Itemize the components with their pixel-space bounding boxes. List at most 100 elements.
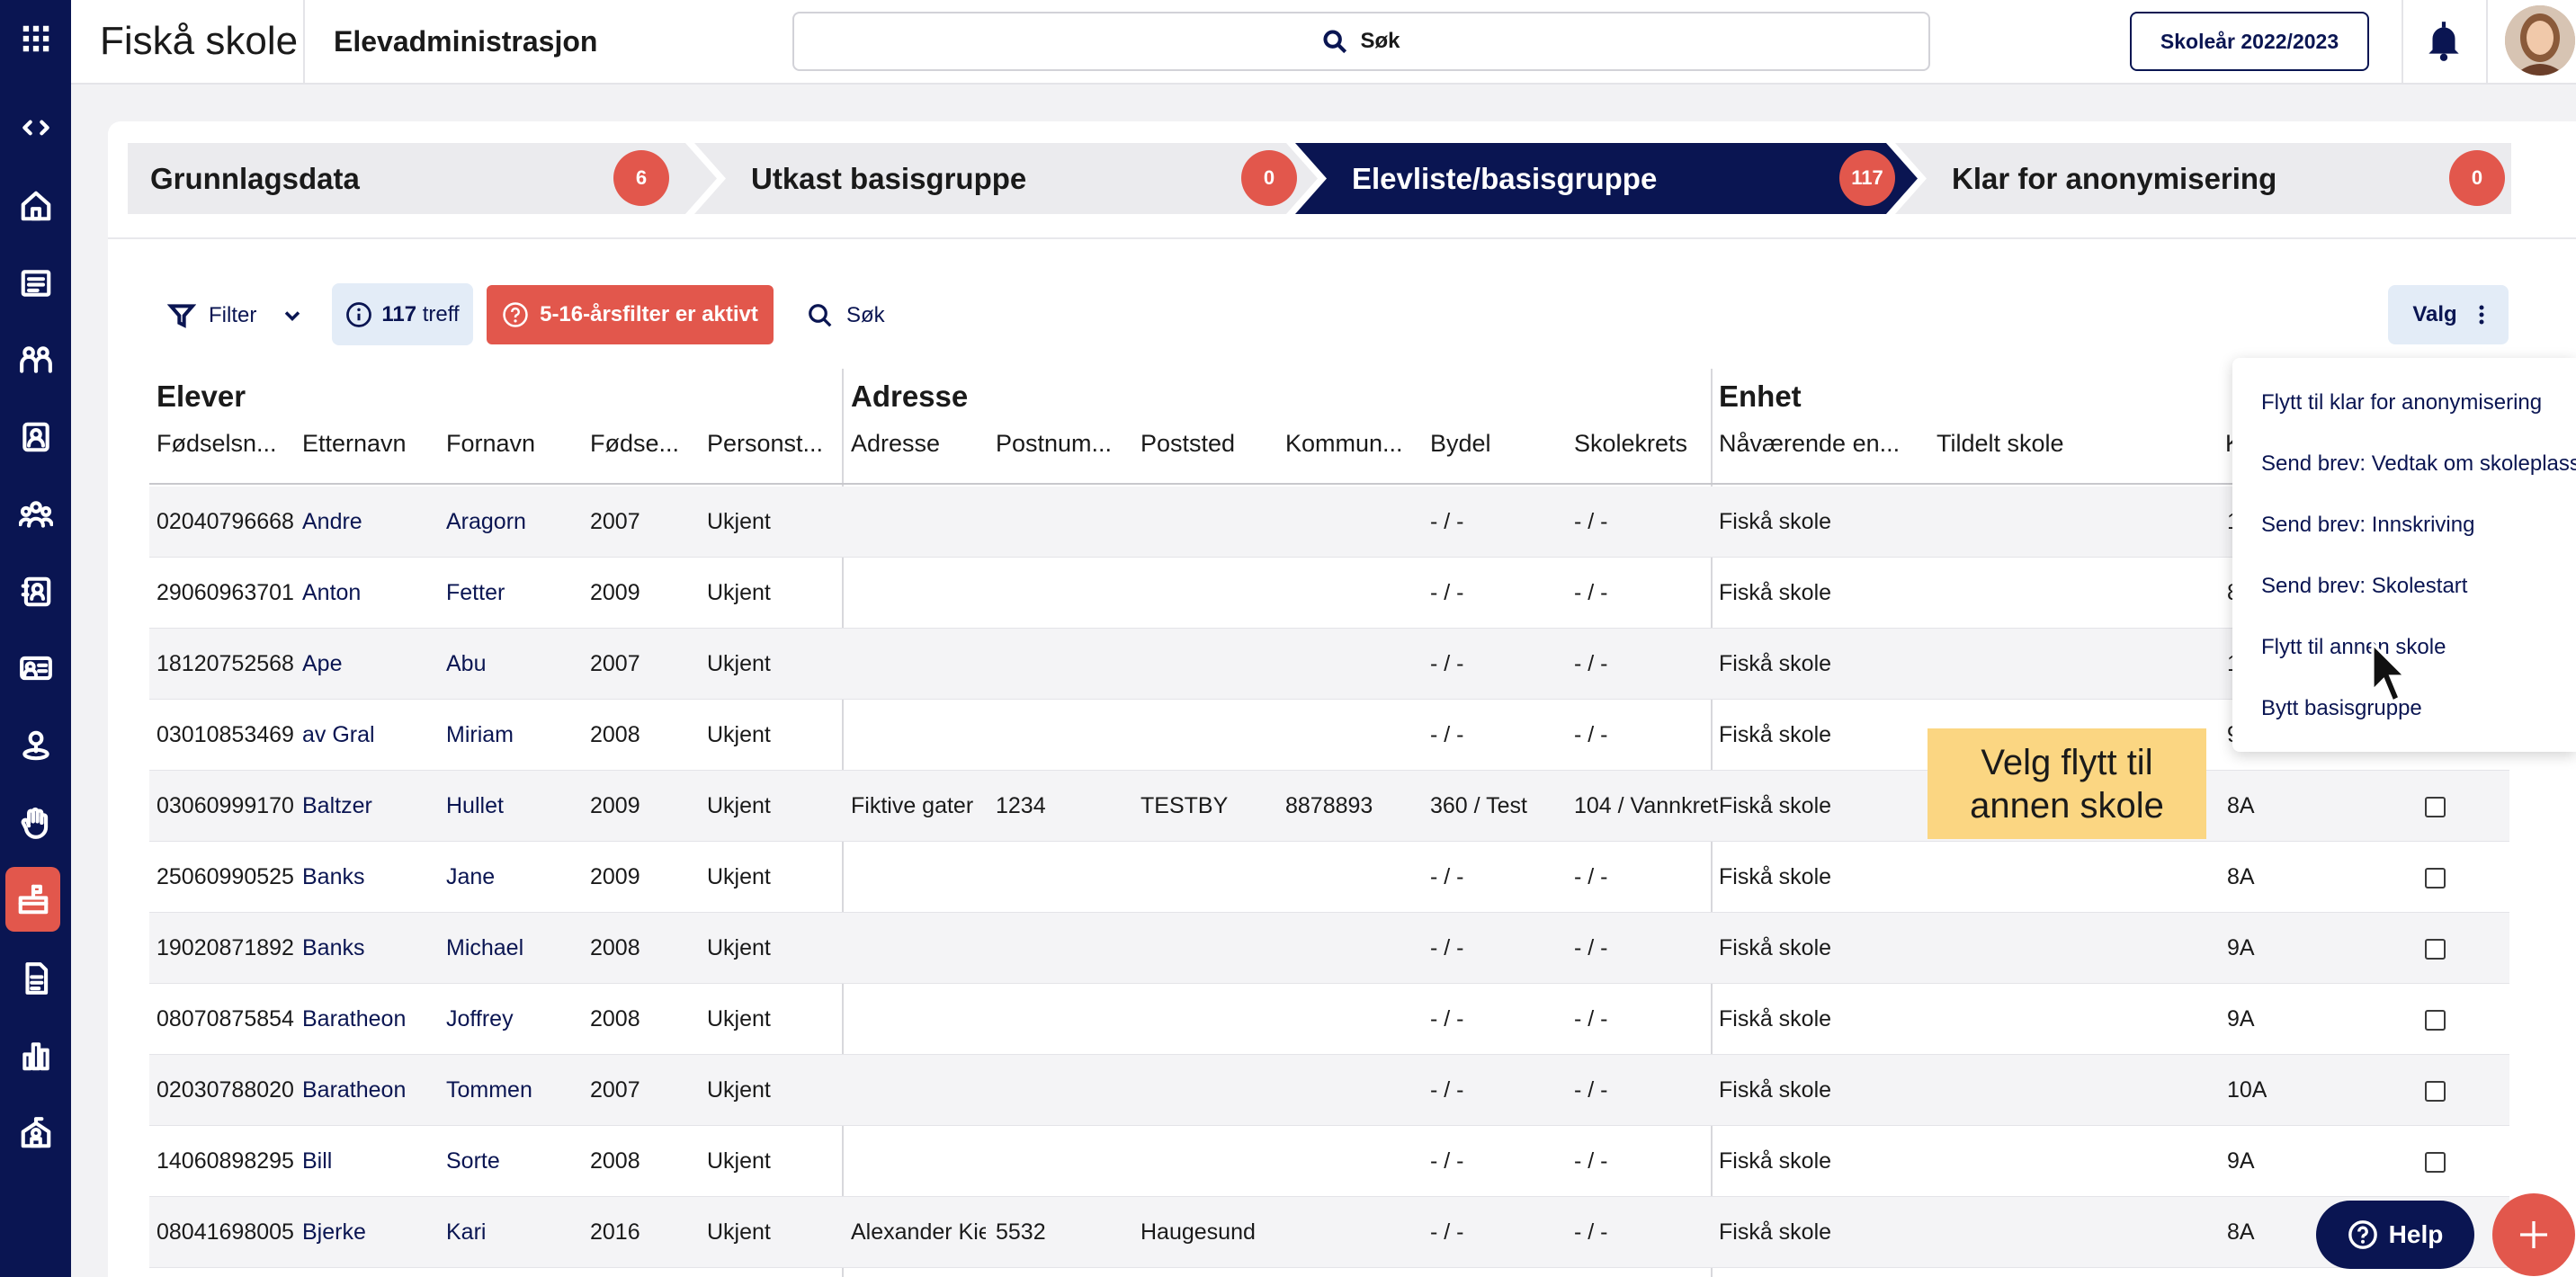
cell-first-name[interactable]: Aragorn (446, 487, 526, 558)
step-klar-for-anonymisering[interactable]: Klar for anonymisering 0 (1929, 143, 2505, 214)
column-header[interactable]: Etternavn (302, 430, 407, 458)
search-icon (809, 304, 832, 327)
table-row[interactable]: 08041698005 Bjerke Kari 2016 Ukjent Alexander… (149, 1197, 2509, 1268)
group-icon[interactable] (0, 478, 71, 550)
column-header[interactable]: Fornavn (446, 430, 535, 458)
cell-person-status: Ukjent (707, 864, 771, 889)
cell-first-name[interactable]: Sorte (446, 1126, 500, 1197)
row-checkbox[interactable] (2425, 1010, 2446, 1031)
group-header-adresse: Adresse (851, 380, 969, 413)
step-elevliste-basisgruppe[interactable]: Elevliste/basisgruppe 117 (1329, 143, 1895, 214)
global-search[interactable]: Søk (792, 12, 1930, 71)
menu-item-letter-skolestart[interactable]: Send brev: Skolestart (2261, 574, 2467, 599)
school-year-button[interactable]: Skoleår 2022/2023 (2130, 12, 2369, 71)
cell-postal-place: TESTBY (1140, 793, 1229, 818)
column-header[interactable]: Fødse... (590, 430, 679, 458)
building-icon[interactable] (0, 1097, 71, 1169)
age-filter-badge[interactable]: 5-16-årsfilter er aktivt (487, 285, 774, 344)
cell-last-name[interactable]: Baratheon (302, 984, 406, 1055)
cell-first-name[interactable]: Joffrey (446, 984, 514, 1055)
cell-last-name[interactable]: Banks (302, 913, 364, 984)
table-row[interactable]: 29060963701 Anton Fetter 2009 Ukjent - / - - /… (149, 558, 2509, 629)
search-icon (1323, 30, 1347, 54)
cell-first-name[interactable]: Kari (446, 1197, 486, 1268)
options-button[interactable]: Valg (2388, 285, 2509, 344)
bell-icon[interactable] (2421, 18, 2466, 63)
menu-item-letter-innskriving[interactable]: Send brev: Innskriving (2261, 513, 2474, 538)
cell-last-name[interactable]: Bjerke (302, 1197, 366, 1268)
cell-first-name[interactable]: Abu (446, 629, 486, 700)
add-button[interactable] (2492, 1193, 2575, 1276)
cell-birth-number: 08041698005 (157, 1219, 294, 1245)
column-header[interactable]: Personst... (707, 430, 823, 458)
cell-last-name[interactable]: Bill (302, 1126, 332, 1197)
filter-button[interactable]: Filter (167, 286, 305, 345)
cell-last-name[interactable]: av Gral (302, 700, 375, 771)
people-icon[interactable] (0, 324, 71, 396)
table-row[interactable]: 25060990525 Banks Jane 2009 Ukjent - / - - / -… (149, 842, 2509, 913)
menu-item-anonymize[interactable]: Flytt til klar for anonymisering (2261, 390, 2542, 415)
cell-first-name[interactable]: Tommen (446, 1055, 532, 1126)
bar-chart-icon[interactable] (0, 1020, 71, 1092)
column-header[interactable]: Poststed (1140, 430, 1235, 458)
cell-postal-code: 1234 (996, 793, 1046, 818)
cell-last-name[interactable]: Baratheon (302, 1055, 406, 1126)
cell-class: 8A (2227, 1219, 2255, 1245)
news-icon[interactable] (0, 247, 71, 319)
cell-first-name[interactable]: Fetter (446, 558, 505, 629)
cell-last-name[interactable]: Ape (302, 629, 342, 700)
avatar[interactable] (2505, 5, 2575, 76)
help-button[interactable]: Help (2316, 1201, 2474, 1269)
id-card-icon[interactable] (0, 632, 71, 704)
column-header[interactable]: Kommun... (1285, 430, 1403, 458)
table-row[interactable]: 02030788020 Baratheon Tommen 2007 Ukjent - / … (149, 1055, 2509, 1126)
table-row[interactable]: 18120752568 Ape Abu 2007 Ukjent - / - - / - Fis… (149, 629, 2509, 700)
cell-birth-number: 14060898295 (157, 1148, 294, 1174)
cell-birth-number: 25060990525 (157, 864, 294, 889)
cell-first-name[interactable]: Jane (446, 842, 495, 913)
row-checkbox[interactable] (2425, 1152, 2446, 1173)
contact-icon[interactable] (0, 556, 71, 628)
table-row[interactable]: 02040796668 Andre Aragorn 2007 Ukjent - / - - … (149, 487, 2509, 558)
person-pin-icon[interactable] (0, 710, 71, 781)
grid-icon[interactable] (0, 3, 71, 75)
row-checkbox[interactable] (2425, 868, 2446, 889)
cell-school-district: - / - (1574, 580, 1608, 605)
menu-item-letter-vedtak[interactable]: Send brev: Vedtak om skoleplass (2261, 451, 2576, 477)
cell-first-name[interactable]: Hullet (446, 771, 504, 842)
brand-name[interactable]: Fiskå skole (100, 0, 298, 83)
row-checkbox[interactable] (2425, 1081, 2446, 1102)
column-header[interactable]: Adresse (851, 430, 940, 458)
group-header-enhet: Enhet (1719, 380, 1802, 413)
step-grunnlagsdata[interactable]: Grunnlagsdata 6 (128, 143, 685, 214)
table-row[interactable]: 19020871892 Banks Michael 2008 Ukjent - / - - … (149, 913, 2509, 984)
code-icon[interactable] (0, 92, 71, 164)
menu-item-move-school[interactable]: Flytt til annen skole (2261, 635, 2446, 660)
row-checkbox[interactable] (2425, 797, 2446, 817)
home-icon[interactable] (0, 170, 71, 242)
cell-last-name[interactable]: Anton (302, 558, 361, 629)
row-checkbox[interactable] (2425, 939, 2446, 960)
column-header[interactable]: Nåværende en... (1719, 430, 1900, 458)
school-icon[interactable] (5, 867, 60, 932)
badge-icon[interactable] (0, 401, 71, 473)
hand-icon[interactable] (0, 787, 71, 859)
info-icon (346, 301, 372, 327)
table-row[interactable]: 14060898295 Bill Sorte 2008 Ukjent - / - - / -… (149, 1126, 2509, 1197)
column-header[interactable]: Tildelt skole (1936, 430, 2064, 458)
step-utkast-basisgruppe[interactable]: Utkast basisgruppe 0 (729, 143, 1297, 214)
document-icon[interactable] (0, 942, 71, 1014)
cell-last-name[interactable]: Baltzer (302, 771, 372, 842)
cell-first-name[interactable]: Miriam (446, 700, 514, 771)
column-header[interactable]: Postnum... (996, 430, 1112, 458)
table-row[interactable]: 08070875854 Baratheon Joffrey 2008 Ukjent - /… (149, 984, 2509, 1055)
cell-first-name[interactable]: Michael (446, 913, 523, 984)
cell-school-district: - / - (1574, 935, 1608, 960)
column-header[interactable]: Skolekrets (1574, 430, 1687, 458)
table-search-button[interactable]: Søk (807, 286, 885, 345)
cell-last-name[interactable]: Banks (302, 842, 364, 913)
column-header[interactable]: Bydel (1430, 430, 1491, 458)
divider (303, 0, 305, 83)
cell-last-name[interactable]: Andre (302, 487, 362, 558)
column-header[interactable]: Fødselsn... (157, 430, 277, 458)
